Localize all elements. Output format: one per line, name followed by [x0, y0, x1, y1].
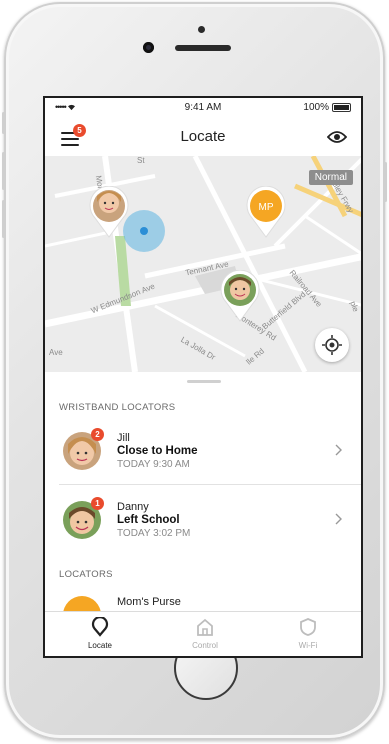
locator-name: Jill: [117, 432, 130, 444]
nav-bar: 5 Locate: [45, 116, 361, 156]
locate-pin-icon: [91, 617, 109, 637]
street-label: Ave: [49, 348, 63, 357]
mute-switch: [2, 112, 5, 134]
power-button: [384, 162, 387, 202]
shield-icon: [300, 618, 316, 636]
street-label: St: [137, 156, 145, 165]
volume-up-button: [2, 152, 5, 190]
home-icon: [197, 618, 213, 636]
battery-status: 100%: [303, 102, 351, 113]
location-dot: [140, 227, 148, 235]
accuracy-radius: [123, 210, 165, 252]
tab-locate[interactable]: Locate: [55, 612, 145, 656]
map-pin-mp[interactable]: MP: [246, 186, 286, 238]
tab-label: Wi-Fi: [298, 641, 318, 650]
tab-label: Control: [192, 641, 218, 650]
map-pin-jill[interactable]: [89, 186, 129, 238]
avatar-moms-purse: [63, 596, 101, 612]
tab-bar: Locate Control Wi-Fi: [45, 611, 361, 656]
tab-control[interactable]: Control: [160, 612, 250, 656]
status-bar: ••••• 9:41 AM 100%: [45, 98, 361, 116]
app-screen: ••••• 9:41 AM 100% 5 Locate W Edmundson …: [43, 96, 363, 658]
alert-count-badge: 2: [91, 428, 104, 441]
section-locators-header: LOCATORS: [59, 569, 113, 580]
page-title: Locate: [180, 128, 226, 145]
front-camera: [143, 42, 154, 53]
locator-row-danny[interactable]: 1 Danny Left School TODAY 3:02 PM: [45, 489, 361, 551]
tab-wifi[interactable]: Wi-Fi: [263, 612, 353, 656]
locator-name: Danny: [117, 501, 149, 513]
sheet-drag-handle[interactable]: [187, 380, 221, 383]
locator-timestamp: TODAY 9:30 AM: [117, 459, 190, 470]
map-view[interactable]: W Edmundson Ave Tennant Ave Monterey Rd …: [45, 156, 361, 372]
locator-status: Close to Home: [117, 445, 198, 457]
tab-label: Locate: [87, 641, 113, 650]
recenter-button[interactable]: [315, 328, 349, 362]
map-pin-danny[interactable]: [220, 270, 260, 322]
locator-sheet: WRISTBAND LOCATORS 2 Jill Close to Home …: [45, 372, 361, 612]
volume-down-button: [2, 200, 5, 238]
eye-icon[interactable]: [327, 130, 347, 144]
pin-initials: MP: [259, 202, 274, 213]
sensor-dot: [198, 26, 205, 33]
chevron-right-icon: [335, 444, 342, 456]
locator-timestamp: TODAY 3:02 PM: [117, 528, 191, 539]
alert-count-badge: 1: [91, 497, 104, 510]
section-wristband-header: WRISTBAND LOCATORS: [59, 402, 176, 413]
row-divider: [59, 484, 361, 485]
earpiece-speaker: [175, 45, 231, 51]
map-mode-button[interactable]: Normal: [308, 170, 353, 185]
locator-name: Mom's Purse: [117, 596, 181, 608]
crosshair-icon: [322, 335, 342, 355]
chevron-right-icon: [335, 513, 342, 525]
locator-row-moms-purse[interactable]: Mom's Purse: [45, 584, 361, 612]
locator-status: Left School: [117, 514, 180, 526]
battery-icon: [332, 102, 351, 112]
locator-row-jill[interactable]: 2 Jill Close to Home TODAY 9:30 AM: [45, 420, 361, 482]
